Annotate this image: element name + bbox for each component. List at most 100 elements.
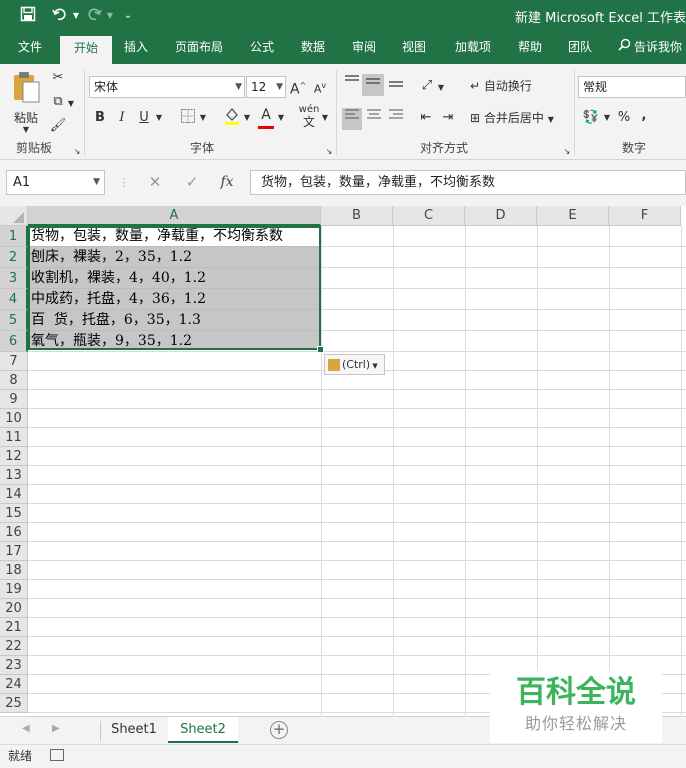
font-launcher-icon[interactable]: ↘ [324, 142, 334, 162]
merge-dropdown-icon[interactable]: ▼ [548, 115, 554, 124]
tab-home[interactable]: 开始 [60, 36, 112, 64]
formula-bar-handle-icon[interactable]: ⋮ [112, 170, 136, 195]
copy-icon[interactable]: ⧉ [48, 92, 68, 112]
row-header[interactable]: 5 [0, 310, 28, 331]
paste-options-button[interactable]: (Ctrl) ▼ [324, 354, 385, 375]
italic-button[interactable]: I [114, 108, 130, 128]
tab-formulas[interactable]: 公式 [242, 32, 282, 64]
borders-dropdown-icon[interactable]: ▼ [198, 108, 208, 128]
row-header[interactable]: 9 [0, 390, 28, 409]
tab-view[interactable]: 视图 [394, 32, 434, 64]
row-header[interactable]: 2 [0, 247, 28, 268]
font-size-combo[interactable]: 12 ▼ [246, 76, 286, 98]
number-format-combo[interactable]: 常规 [578, 76, 686, 98]
row-header[interactable]: 23 [0, 656, 28, 675]
row-header[interactable]: 15 [0, 504, 28, 523]
row-header[interactable]: 24 [0, 675, 28, 694]
copy-dropdown-icon[interactable]: ▼ [66, 94, 76, 114]
sheet-tab-sheet1[interactable]: Sheet1 [102, 717, 166, 743]
tab-help[interactable]: 帮助 [510, 32, 550, 64]
tab-insert[interactable]: 插入 [116, 32, 156, 64]
row-header[interactable]: 1 [0, 226, 28, 247]
merge-center-button[interactable]: ⊞ 合并后居中 ▼ [470, 108, 566, 130]
tell-me-search[interactable]: 告诉我你 [618, 32, 686, 64]
save-icon[interactable] [18, 6, 38, 26]
comma-button[interactable]: , [638, 106, 650, 126]
tab-review[interactable]: 审阅 [344, 32, 384, 64]
orientation-icon[interactable]: ⤢ [418, 76, 436, 96]
row-header[interactable]: 22 [0, 637, 28, 656]
font-color-button[interactable]: A [256, 106, 276, 129]
row-header[interactable]: 3 [0, 268, 28, 289]
phonetic-dropdown-icon[interactable]: ▼ [320, 108, 330, 128]
align-top-icon[interactable] [342, 74, 362, 96]
redo-dropdown-icon[interactable]: ▼ [100, 6, 120, 26]
alignment-launcher-icon[interactable]: ↘ [562, 142, 572, 162]
underline-button[interactable]: U [136, 108, 152, 128]
paste-dropdown-icon[interactable]: ▼ [8, 125, 44, 135]
row-header[interactable]: 20 [0, 599, 28, 618]
cell-a6[interactable]: 氧气，瓶装，9，35，1.2 [31, 331, 192, 352]
align-left-icon[interactable] [342, 108, 362, 130]
row-header[interactable]: 6 [0, 331, 28, 352]
row-header[interactable]: 7 [0, 352, 28, 371]
font-color-dropdown-icon[interactable]: ▼ [276, 108, 286, 128]
column-header[interactable]: E [537, 206, 609, 226]
row-header[interactable]: 8 [0, 371, 28, 390]
borders-icon[interactable] [178, 108, 198, 131]
macro-record-icon[interactable] [50, 749, 64, 761]
row-header[interactable]: 13 [0, 466, 28, 485]
fill-handle[interactable] [317, 346, 324, 353]
row-header[interactable]: 10 [0, 409, 28, 428]
phonetic-button[interactable]: wén 文 [298, 104, 320, 130]
column-header[interactable]: F [609, 206, 681, 226]
scroll-left-icon[interactable]: ◀ [22, 723, 30, 734]
cell-a1[interactable]: 货物，包装，数量，净载重，不均衡系数 [31, 226, 283, 247]
row-header[interactable]: 11 [0, 428, 28, 447]
align-right-icon[interactable] [386, 108, 406, 130]
increase-indent-icon[interactable]: ⇥ [438, 108, 458, 128]
formula-input[interactable]: 货物，包装，数量，净载重，不均衡系数 [250, 170, 686, 195]
insert-function-button[interactable]: fx [215, 170, 239, 195]
cell-a5[interactable]: 百 货，托盘，6，35，1.3 [31, 310, 201, 331]
row-header[interactable]: 17 [0, 542, 28, 561]
grow-font-button[interactable]: A^ [290, 76, 306, 100]
cell-a3[interactable]: 收割机，裸装，4，40，1.2 [31, 268, 206, 289]
row-header[interactable]: 14 [0, 485, 28, 504]
percent-button[interactable]: % [616, 108, 632, 128]
tab-add-ins[interactable]: 加载项 [446, 32, 500, 64]
tab-data[interactable]: 数据 [292, 32, 334, 64]
decrease-indent-icon[interactable]: ⇤ [416, 108, 436, 128]
cell-a4[interactable]: 中成药，托盘，4，36，1.2 [31, 289, 206, 310]
row-header[interactable]: 21 [0, 618, 28, 637]
row-header[interactable]: 19 [0, 580, 28, 599]
row-header[interactable]: 4 [0, 289, 28, 310]
add-sheet-icon[interactable]: + [270, 721, 288, 739]
row-header[interactable]: 16 [0, 523, 28, 542]
row-header[interactable]: 25 [0, 694, 28, 713]
align-bottom-icon[interactable] [386, 74, 406, 96]
tab-team[interactable]: 团队 [560, 32, 600, 64]
fill-color-icon[interactable] [222, 106, 242, 133]
paste-button[interactable]: 粘贴 ▼ [8, 70, 44, 134]
customize-qat-icon[interactable]: ⌄ [118, 6, 138, 26]
accounting-dropdown-icon[interactable]: ▼ [602, 108, 612, 128]
accounting-format-icon[interactable]: 💱 [580, 108, 602, 128]
tab-file[interactable]: 文件 [8, 32, 52, 64]
fill-color-dropdown-icon[interactable]: ▼ [242, 108, 252, 128]
font-name-combo[interactable]: 宋体 ▼ [89, 76, 245, 98]
wrap-text-button[interactable]: ↵ 自动换行 [470, 76, 546, 96]
undo-dropdown-icon[interactable]: ▼ [66, 6, 86, 26]
orientation-dropdown-icon[interactable]: ▼ [436, 78, 446, 98]
align-center-icon[interactable] [364, 108, 384, 130]
cancel-icon[interactable]: ✕ [143, 170, 167, 195]
shrink-font-button[interactable]: Av [312, 76, 328, 100]
name-box[interactable]: A1 ▼ [6, 170, 105, 195]
row-header[interactable]: 12 [0, 447, 28, 466]
column-header[interactable]: A [28, 206, 321, 226]
bold-button[interactable]: B [92, 108, 108, 128]
cell-a2[interactable]: 刨床，裸装，2，35，1.2 [31, 247, 192, 268]
row-header[interactable]: 18 [0, 561, 28, 580]
clipboard-launcher-icon[interactable]: ↘ [72, 142, 82, 162]
tab-page-layout[interactable]: 页面布局 [166, 32, 232, 64]
